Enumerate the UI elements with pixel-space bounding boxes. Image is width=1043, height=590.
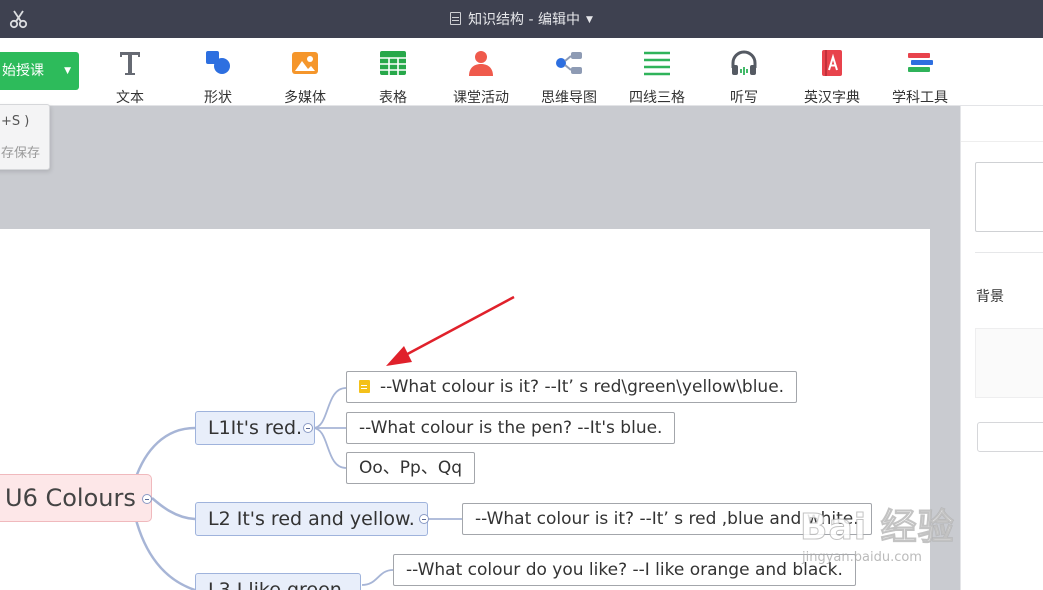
tool-mindmap[interactable]: 思维导图 [529, 46, 609, 106]
tool-fourline-label: 四线三格 [629, 90, 685, 106]
watermark: Bai 经验 jingyan.baidu.com [800, 478, 1000, 568]
watermark-logo: Bai 经验 [800, 507, 955, 549]
tool-activity-label: 课堂活动 [453, 90, 509, 106]
tool-table[interactable]: 表格 [353, 46, 433, 106]
mindmap-canvas[interactable] [0, 229, 930, 590]
media-icon [292, 52, 318, 74]
chevron-down-icon[interactable]: ▼ [64, 52, 71, 90]
background-label: 背景 [976, 289, 1004, 305]
tool-shape-label: 形状 [204, 90, 232, 106]
dictionary-icon [822, 50, 842, 76]
headphones-icon [731, 50, 757, 75]
tool-fourline[interactable]: 四线三格 [617, 46, 697, 106]
mindmap-root-node[interactable]: U6 Colours [0, 474, 152, 522]
table-icon [380, 51, 406, 75]
window-title-text: 知识结构 - 编辑中 [468, 12, 581, 28]
save-status: 存保存 [1, 146, 41, 161]
mindmap-branch-node[interactable]: L3 I like green. [195, 573, 361, 590]
save-shortcut: +S ) [1, 114, 30, 129]
mindmap-icon [556, 52, 582, 74]
fourline-icon [644, 51, 670, 76]
chevron-down-icon[interactable]: ▼ [586, 15, 593, 25]
tool-activity[interactable]: 课堂活动 [441, 46, 521, 106]
window-title[interactable]: 知识结构 - 编辑中 ▼ [0, 9, 1043, 29]
panel-divider [975, 252, 1043, 253]
toolbar: 始授课 ▼ 文本 形状 多媒体 表格 课堂活动 思维导图 四线三格 听写 英汉字… [0, 38, 1043, 106]
title-bar: 知识结构 - 编辑中 ▼ [0, 0, 1043, 38]
mindmap-leaf-node[interactable]: --What colour do you like? --I like oran… [393, 554, 856, 586]
tool-dictionary-label: 英汉字典 [804, 90, 860, 106]
mindmap-leaf-node[interactable]: --What colour is it? --It’ s red\green\y… [346, 371, 798, 403]
tool-dictionary[interactable]: 英汉字典 [792, 46, 872, 106]
tool-dictation[interactable]: 听写 [704, 46, 784, 106]
leaf-text: --What colour is it? --It’ s red\green\y… [380, 377, 785, 397]
tool-media-label: 多媒体 [284, 90, 326, 106]
collapse-icon[interactable] [419, 514, 429, 524]
books-icon [908, 53, 933, 72]
save-tooltip: +S ) 存保存 [0, 104, 50, 170]
tool-mindmap-label: 思维导图 [541, 90, 597, 106]
background-preview[interactable] [975, 328, 1043, 398]
panel-header [961, 106, 1043, 142]
collapse-icon[interactable] [142, 494, 152, 504]
background-select[interactable] [977, 422, 1043, 452]
start-lesson-button[interactable]: 始授课 ▼ [0, 52, 79, 90]
tool-text-label: 文本 [116, 90, 144, 106]
document-icon [450, 12, 462, 25]
shape-icon [206, 51, 230, 74]
style-preview-box[interactable] [975, 162, 1043, 232]
activity-icon [469, 51, 493, 76]
tool-shape[interactable]: 形状 [178, 46, 258, 106]
note-icon[interactable] [359, 380, 370, 393]
watermark-url: jingyan.baidu.com [802, 550, 922, 565]
tool-subject-label: 学科工具 [892, 90, 948, 106]
tool-media[interactable]: 多媒体 [265, 46, 345, 106]
tool-table-label: 表格 [379, 90, 407, 106]
tool-text[interactable]: 文本 [90, 46, 170, 106]
text-icon [120, 52, 140, 75]
start-lesson-label: 始授课 [2, 63, 44, 79]
mindmap-branch-node[interactable]: L2 It's red and yellow. [195, 502, 428, 536]
collapse-icon[interactable] [303, 423, 313, 433]
tool-subject[interactable]: 学科工具 [880, 46, 960, 106]
mindmap-leaf-node[interactable]: --What colour is the pen? --It's blue. [346, 412, 676, 444]
tool-dictation-label: 听写 [730, 90, 758, 106]
mindmap-branch-node[interactable]: L1It's red. [195, 411, 316, 445]
mindmap-leaf-node[interactable]: Oo、Pp、Qq [346, 452, 475, 484]
